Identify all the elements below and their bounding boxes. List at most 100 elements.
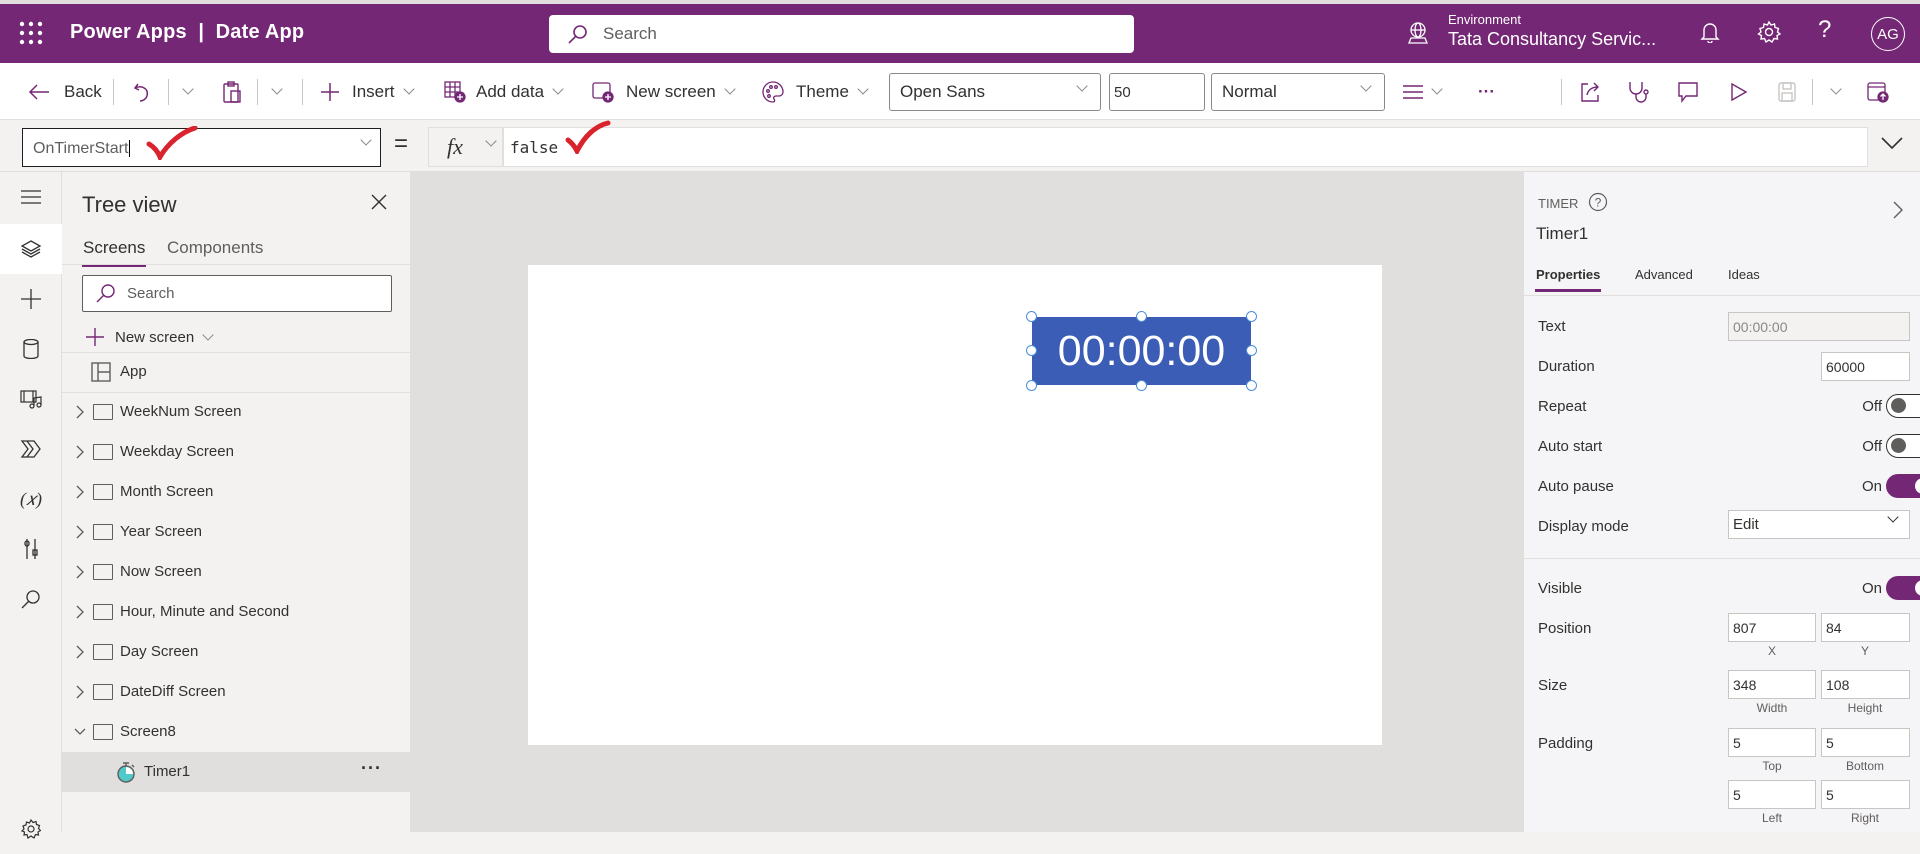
- save-options-dropdown[interactable]: [1822, 63, 1842, 120]
- publish-button[interactable]: [1867, 63, 1889, 120]
- paste-button[interactable]: [222, 63, 242, 120]
- position-x-input[interactable]: 807: [1728, 613, 1816, 642]
- media-icon[interactable]: [0, 374, 62, 424]
- hamburger-menu-icon[interactable]: [0, 172, 62, 222]
- auto-start-toggle[interactable]: [1886, 434, 1920, 458]
- help-icon[interactable]: ?: [1818, 16, 1831, 44]
- preview-play-button[interactable]: [1730, 63, 1748, 120]
- tree-item-screen[interactable]: Now Screen: [62, 552, 411, 592]
- align-lines-icon: [1403, 84, 1423, 100]
- timer-control[interactable]: 00:00:00: [1026, 311, 1257, 391]
- chevron-right-icon[interactable]: [73, 525, 87, 539]
- settings-gear-icon[interactable]: [1757, 20, 1781, 44]
- more-options-button[interactable]: ···: [361, 758, 382, 779]
- data-cylinder-icon[interactable]: [0, 324, 62, 374]
- search-icon[interactable]: [0, 574, 62, 624]
- padding-left-input[interactable]: 5: [1728, 780, 1816, 809]
- app-launcher-icon[interactable]: [18, 20, 44, 46]
- position-y-input[interactable]: 84: [1821, 613, 1910, 642]
- notifications-bell-icon[interactable]: [1700, 21, 1720, 43]
- tree-item-timer1[interactable]: Timer1 ···: [62, 752, 411, 792]
- app-screen-canvas[interactable]: 00:00:00: [528, 265, 1382, 745]
- paste-dropdown[interactable]: [263, 63, 283, 120]
- close-icon[interactable]: [371, 194, 387, 210]
- chevron-right-icon[interactable]: [73, 405, 87, 419]
- tab-components[interactable]: Components: [167, 238, 263, 258]
- tree-item-screen[interactable]: Screen8: [62, 712, 411, 752]
- tree-item-screen[interactable]: Year Screen: [62, 512, 411, 552]
- chevron-right-icon[interactable]: [73, 485, 87, 499]
- tree-item-screen[interactable]: Day Screen: [62, 632, 411, 672]
- formula-input[interactable]: false: [503, 127, 1868, 167]
- variables-icon[interactable]: (𝑥): [0, 474, 62, 524]
- user-avatar[interactable]: AG: [1871, 17, 1905, 51]
- undo-button[interactable]: [133, 63, 153, 120]
- tree-item-screen[interactable]: WeekNum Screen: [62, 392, 411, 432]
- tree-item-app[interactable]: App: [62, 352, 411, 392]
- padding-bottom-input[interactable]: 5: [1821, 728, 1910, 757]
- insert-button[interactable]: Insert: [320, 63, 415, 120]
- chevron-right-icon[interactable]: [73, 685, 87, 699]
- tree-item-screen[interactable]: Hour, Minute and Second: [62, 592, 411, 632]
- duration-input[interactable]: 60000: [1821, 352, 1910, 381]
- environment-name[interactable]: Tata Consultancy Servic...: [1448, 29, 1656, 50]
- chevron-down-icon[interactable]: [73, 725, 87, 739]
- repeat-toggle[interactable]: [1886, 394, 1920, 418]
- app-checker-button[interactable]: [1628, 63, 1650, 120]
- undo-dropdown[interactable]: [174, 63, 194, 120]
- save-button[interactable]: [1778, 63, 1796, 120]
- advanced-tools-icon[interactable]: [0, 524, 62, 574]
- resize-handle[interactable]: [1246, 345, 1257, 356]
- fx-button[interactable]: fx: [428, 127, 503, 167]
- resize-handle[interactable]: [1246, 380, 1257, 391]
- font-family-dropdown[interactable]: Open Sans: [889, 73, 1101, 111]
- tab-properties[interactable]: Properties: [1534, 267, 1602, 292]
- resize-handle[interactable]: [1136, 380, 1147, 391]
- environment-icon[interactable]: [1407, 21, 1429, 45]
- insert-plus-icon[interactable]: [0, 274, 62, 324]
- chevron-right-icon[interactable]: [73, 445, 87, 459]
- help-circle-icon[interactable]: ?: [1588, 192, 1608, 212]
- chevron-right-icon[interactable]: [73, 605, 87, 619]
- back-button[interactable]: Back: [28, 63, 102, 120]
- chevron-right-icon[interactable]: [73, 645, 87, 659]
- tree-item-screen[interactable]: Month Screen: [62, 472, 411, 512]
- visible-toggle[interactable]: [1886, 576, 1920, 600]
- resize-handle[interactable]: [1026, 311, 1037, 322]
- more-options-button[interactable]: ···: [1478, 63, 1495, 120]
- tab-screens[interactable]: Screens: [81, 238, 147, 267]
- resize-handle[interactable]: [1026, 345, 1037, 356]
- property-dropdown[interactable]: OnTimerStart: [22, 128, 381, 167]
- chevron-right-icon[interactable]: [73, 565, 87, 579]
- font-weight-dropdown[interactable]: Normal: [1211, 73, 1385, 111]
- resize-handle[interactable]: [1246, 311, 1257, 322]
- resize-handle[interactable]: [1136, 311, 1147, 322]
- collapse-panel-chevron-icon[interactable]: [1892, 200, 1904, 220]
- tree-search-input[interactable]: Search: [82, 275, 392, 312]
- settings-gear-icon[interactable]: [0, 804, 62, 854]
- global-search-input[interactable]: Search: [549, 15, 1134, 53]
- tab-ideas[interactable]: Ideas: [1728, 267, 1760, 282]
- font-size-input[interactable]: 50: [1109, 73, 1205, 111]
- expand-formula-bar-chevron-icon[interactable]: [1880, 136, 1904, 150]
- padding-top-input[interactable]: 5: [1728, 728, 1816, 757]
- tab-advanced[interactable]: Advanced: [1635, 267, 1693, 282]
- text-align-button[interactable]: [1403, 63, 1443, 120]
- power-automate-icon[interactable]: [0, 424, 62, 474]
- tree-view-layers-icon[interactable]: [0, 224, 62, 274]
- share-button[interactable]: [1579, 63, 1601, 120]
- size-width-input[interactable]: 348: [1728, 670, 1816, 699]
- tree-item-screen[interactable]: Weekday Screen: [62, 432, 411, 472]
- auto-pause-toggle[interactable]: [1886, 474, 1920, 498]
- comments-button[interactable]: [1677, 63, 1699, 120]
- tree-new-screen-button[interactable]: New screen: [85, 322, 214, 352]
- padding-right-input[interactable]: 5: [1821, 780, 1910, 809]
- size-height-input[interactable]: 108: [1821, 670, 1910, 699]
- display-mode-dropdown[interactable]: Edit: [1728, 510, 1910, 539]
- resize-handle[interactable]: [1026, 380, 1037, 391]
- add-data-button[interactable]: Add data: [444, 63, 564, 120]
- new-screen-button[interactable]: New screen: [592, 63, 736, 120]
- control-name[interactable]: Timer1: [1536, 224, 1588, 244]
- theme-button[interactable]: Theme: [762, 63, 869, 120]
- tree-item-screen[interactable]: DateDiff Screen: [62, 672, 411, 712]
